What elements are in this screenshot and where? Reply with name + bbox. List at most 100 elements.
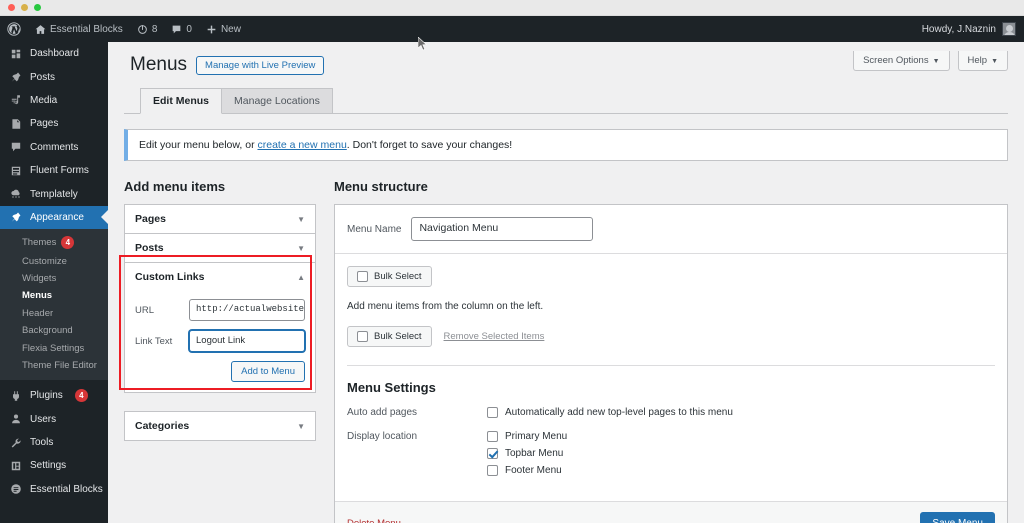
sidebar-item-plugins[interactable]: Plugins 4 — [0, 384, 108, 407]
comments-count: 0 — [186, 23, 192, 35]
submenu-item-widgets[interactable]: Widgets — [0, 270, 108, 287]
accordion-posts[interactable]: Posts ▼ — [124, 233, 316, 263]
tab-manage-locations[interactable]: Manage Locations — [221, 88, 333, 113]
screen-options-label: Screen Options — [863, 55, 929, 66]
dashboard-icon — [9, 47, 23, 61]
site-name-menu[interactable]: Essential Blocks — [28, 16, 130, 42]
account-menu[interactable]: Howdy, J.Naznin — [922, 16, 1024, 42]
screen-meta-links: Screen Options ▼ Help ▼ — [853, 51, 1008, 71]
topbar-menu-checkbox[interactable] — [487, 448, 498, 459]
themes-update-badge: 4 — [61, 236, 75, 250]
submenu-item-customize[interactable]: Customize — [0, 253, 108, 270]
submenu-item-theme-file-editor[interactable]: Theme File Editor — [0, 357, 108, 374]
menu-structure-body: Bulk Select Add menu items from the colu… — [335, 254, 1007, 501]
plug-icon — [9, 389, 23, 403]
submenu-item-menus[interactable]: Menus — [0, 287, 108, 304]
bulk-select-top-checkbox[interactable] — [357, 271, 368, 282]
submenu-item-header[interactable]: Header — [0, 305, 108, 322]
screen-options-button[interactable]: Screen Options ▼ — [853, 51, 950, 71]
submenu-item-label: Customize — [22, 255, 67, 267]
new-content-menu[interactable]: New — [199, 16, 248, 42]
maximize-window-button[interactable] — [34, 4, 41, 11]
comment-icon — [9, 140, 23, 154]
wp-admin-bar: Essential Blocks 8 0 New Howdy, J.Naznin — [0, 16, 1024, 42]
chevron-down-icon: ▼ — [991, 58, 998, 65]
sidebar-item-templately[interactable]: Templately — [0, 182, 108, 205]
sidebar-item-posts[interactable]: Posts — [0, 65, 108, 88]
sidebar-item-dashboard[interactable]: Dashboard — [0, 42, 108, 65]
minimize-window-button[interactable] — [21, 4, 28, 11]
display-location-label: Display location — [347, 431, 418, 442]
updates-count: 8 — [151, 23, 158, 35]
location-option-primary-menu[interactable]: Primary Menu — [487, 431, 995, 442]
accordion-pages-header[interactable]: Pages ▼ — [125, 205, 315, 233]
site-name-label: Essential Blocks — [50, 23, 123, 35]
menu-notice: Edit your menu below, or create a new me… — [124, 129, 1008, 161]
notice-text-before: Edit your menu below, or — [139, 139, 258, 151]
accordion-categories[interactable]: Categories ▼ — [124, 411, 316, 441]
bulk-select-bottom-button[interactable]: Bulk Select — [347, 326, 432, 347]
submenu-item-label: Background — [22, 325, 73, 337]
menu-structure-column: Menu structure Menu Name Navigation Menu… — [334, 179, 1008, 523]
url-input[interactable]: http://actualwebsited — [189, 299, 305, 321]
submenu-item-flexia-settings[interactable]: Flexia Settings — [0, 339, 108, 356]
home-icon — [35, 24, 46, 34]
submenu-item-themes[interactable]: Themes 4 — [0, 233, 108, 252]
sidebar-item-label: Dashboard — [30, 48, 79, 60]
sidebar-item-appearance[interactable]: Appearance — [0, 205, 108, 230]
auto-add-pages-options: Automatically add new top-level pages to… — [487, 407, 995, 424]
wordpress-logo-icon[interactable] — [0, 16, 28, 42]
primary-menu-checkbox[interactable] — [487, 431, 498, 442]
accordion-custom-links[interactable]: Custom Links ▲ URL http://actualwebsited… — [124, 262, 316, 393]
close-window-button[interactable] — [8, 4, 15, 11]
remove-selected-items-link[interactable]: Remove Selected Items — [444, 331, 545, 342]
sidebar-item-tools[interactable]: Tools — [0, 431, 108, 454]
auto-add-pages-option[interactable]: Automatically add new top-level pages to… — [487, 407, 995, 418]
media-icon — [9, 93, 23, 107]
sidebar-item-comments[interactable]: Comments — [0, 136, 108, 159]
bulk-select-top-button[interactable]: Bulk Select — [347, 266, 432, 287]
sidebar-item-media[interactable]: Media — [0, 89, 108, 112]
accordion-pages[interactable]: Pages ▼ — [124, 204, 316, 234]
auto-add-pages-option-label: Automatically add new top-level pages to… — [505, 407, 733, 418]
sidebar-item-fluent-forms[interactable]: Fluent Forms — [0, 159, 108, 182]
save-menu-button[interactable]: Save Menu — [920, 512, 995, 523]
accordion-categories-header[interactable]: Categories ▼ — [125, 412, 315, 440]
updates-menu[interactable]: 8 — [130, 16, 165, 42]
sidebar-item-essential-blocks[interactable]: Essential Blocks — [0, 478, 108, 501]
page-icon — [9, 117, 23, 131]
footer-menu-checkbox[interactable] — [487, 465, 498, 476]
sidebar-item-settings[interactable]: Settings — [0, 454, 108, 477]
manage-with-live-preview-button[interactable]: Manage with Live Preview — [196, 55, 325, 75]
accordion-posts-header[interactable]: Posts ▼ — [125, 234, 315, 262]
sidebar-item-label: Essential Blocks — [30, 483, 103, 495]
comments-menu[interactable]: 0 — [164, 16, 199, 42]
display-location-row: Display location Primary Menu Topbar Men… — [347, 431, 995, 482]
wrench-icon — [9, 436, 23, 450]
tab-edit-menus[interactable]: Edit Menus — [140, 88, 223, 114]
empty-menu-hint: Add menu items from the column on the le… — [347, 301, 544, 312]
bulk-select-bottom-checkbox[interactable] — [357, 331, 368, 342]
location-option-footer-menu[interactable]: Footer Menu — [487, 465, 995, 476]
sidebar-item-pages[interactable]: Pages — [0, 112, 108, 135]
menu-settings-title: Menu Settings — [347, 380, 436, 395]
link-text-input[interactable]: Logout Link — [189, 330, 305, 352]
accordion-custom-links-header[interactable]: Custom Links ▲ — [125, 263, 315, 291]
add-menu-items-heading: Add menu items — [124, 179, 226, 194]
location-option-topbar-menu[interactable]: Topbar Menu — [487, 448, 995, 459]
submenu-item-background[interactable]: Background — [0, 322, 108, 339]
delete-menu-link[interactable]: Delete Menu — [347, 518, 401, 523]
help-button[interactable]: Help ▼ — [957, 51, 1008, 71]
add-to-menu-row: Add to Menu — [135, 361, 305, 382]
howdy-label: Howdy, J.Naznin — [921, 23, 996, 35]
create-new-menu-link[interactable]: create a new menu — [257, 139, 346, 151]
submenu-item-label: Themes — [22, 237, 57, 249]
auto-add-pages-checkbox[interactable] — [487, 407, 498, 418]
menu-name-row: Menu Name Navigation Menu — [335, 205, 1007, 254]
sidebar-item-users[interactable]: Users — [0, 408, 108, 431]
add-to-menu-button[interactable]: Add to Menu — [231, 361, 305, 382]
chevron-down-icon: ▼ — [297, 421, 305, 431]
sidebar-item-label: Posts — [30, 71, 56, 83]
menu-name-input[interactable]: Navigation Menu — [411, 217, 594, 241]
bulk-select-bottom-label: Bulk Select — [374, 331, 422, 342]
